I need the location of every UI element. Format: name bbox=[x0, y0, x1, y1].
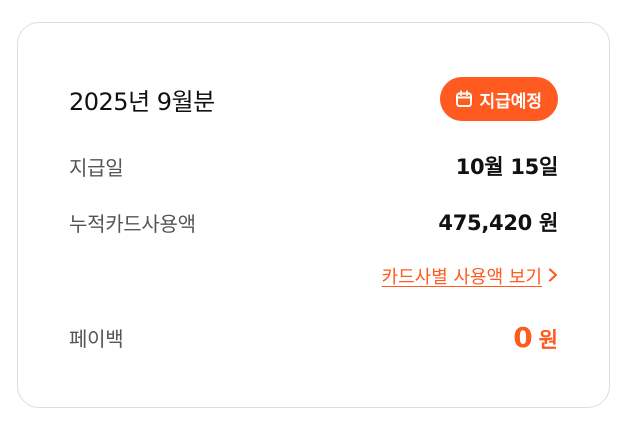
chevron-right-icon[interactable] bbox=[548, 266, 558, 287]
payment-date-value: 10월 15일 bbox=[455, 155, 559, 179]
card-usage-value: 475,420 원 bbox=[438, 211, 558, 235]
payment-date-row: 지급일 10월 15일 bbox=[69, 151, 558, 181]
usage-link-row: 카드사별 사용액 보기 bbox=[69, 263, 558, 289]
payment-date-label: 지급일 bbox=[69, 155, 124, 180]
card-usage-label: 누적카드사용액 bbox=[69, 211, 196, 236]
status-badge: 지급예정 bbox=[440, 77, 558, 121]
payback-label: 페이백 bbox=[69, 327, 124, 351]
card-usage-row: 누적카드사용액 475,420 원 bbox=[69, 207, 558, 237]
payback-unit: 원 bbox=[538, 328, 558, 352]
usage-by-card-link-label[interactable]: 카드사별 사용액 보기 bbox=[382, 263, 542, 289]
status-badge-label: 지급예정 bbox=[479, 91, 542, 112]
card-header: 2025년 9월분 지급예정 bbox=[69, 77, 558, 121]
calendar-icon bbox=[455, 90, 473, 108]
payback-row: 페이백 0 원 bbox=[69, 321, 558, 354]
payback-summary-card: 2025년 9월분 지급예정 지급일 10월 15일 누적카드사용액 475,4… bbox=[17, 22, 610, 408]
period-title: 2025년 9월분 bbox=[69, 87, 215, 116]
payback-amount: 0 bbox=[513, 321, 533, 354]
payback-value: 0 원 bbox=[513, 321, 558, 354]
usage-by-card-link[interactable]: 카드사별 사용액 보기 bbox=[382, 263, 558, 289]
